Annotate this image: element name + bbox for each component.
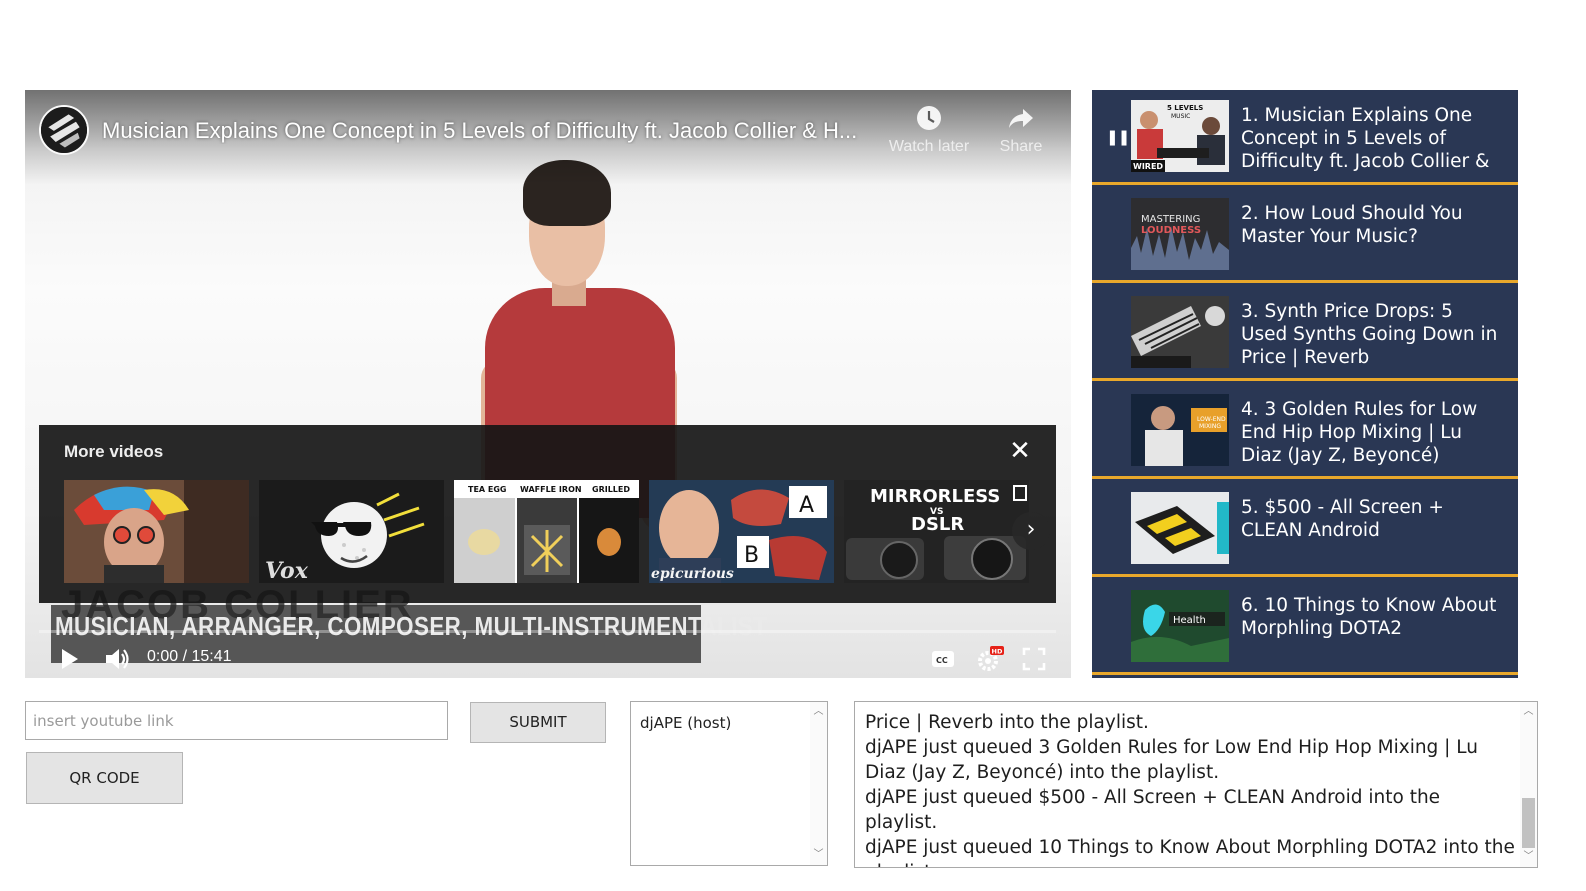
svg-text:5 LEVELS: 5 LEVELS [1167, 104, 1203, 112]
scroll-thumb[interactable] [1522, 798, 1535, 848]
playlist-item[interactable]: 5. $500 - All Screen + CLEAN Android [1092, 482, 1518, 577]
pause-icon: ❚❚ [1106, 128, 1130, 146]
playlist-item-title: 1. Musician Explains One Concept in 5 Le… [1241, 105, 1490, 172]
submit-button[interactable]: SUBMIT [470, 702, 606, 743]
playlist-item[interactable]: LOW-END MIXING 4. 3 Golden Rules for Low… [1092, 384, 1518, 479]
playlist-item[interactable]: ❚❚ 5 LEVELS MUSIC WIRED 1. Musician Expl… [1092, 90, 1518, 185]
close-icon[interactable]: ✕ [1008, 438, 1032, 464]
video-title[interactable]: Musician Explains One Concept in 5 Level… [102, 118, 872, 144]
users-list[interactable]: djAPE (host) ︿ ﹀ [630, 701, 828, 866]
more-video-thumb[interactable]: MIRRORLESS VS DSLR [844, 480, 1029, 583]
captions-icon[interactable]: CC [928, 644, 958, 674]
svg-text:WIRED: WIRED [1133, 162, 1163, 171]
share-label: Share [999, 138, 1043, 155]
playlist-item-title: 3. Synth Price Drops: 5 Used Synths Goin… [1241, 301, 1498, 368]
video-player[interactable]: Musician Explains One Concept in 5 Level… [25, 90, 1071, 678]
user-item: djAPE (host) [640, 714, 732, 732]
svg-text:LOW-END: LOW-END [1197, 416, 1226, 423]
svg-text:WAFFLE IRON: WAFFLE IRON [520, 485, 582, 494]
svg-text:HD: HD [992, 648, 1003, 656]
more-video-thumb[interactable]: A B epicurious [649, 480, 834, 583]
svg-text:GRILLED: GRILLED [592, 485, 630, 494]
svg-text:MIXING: MIXING [1199, 423, 1221, 430]
more-videos-title: More videos [64, 442, 164, 461]
watch-later-button[interactable]: Watch later [881, 104, 977, 156]
more-videos-panel: More videos ✕ Vox TEA EGG WAFFLE IRON GR… [39, 425, 1056, 603]
playlist-thumb: 5 LEVELS MUSIC WIRED [1131, 100, 1229, 172]
svg-text:LOUDNESS: LOUDNESS [1141, 225, 1201, 236]
scroll-up-icon[interactable]: ︿ [810, 704, 827, 720]
volume-icon[interactable] [102, 644, 132, 674]
playlist-item-title: 2. How Loud Should You Master Your Music… [1241, 203, 1463, 247]
play-icon[interactable] [54, 644, 84, 674]
playlist-thumb [1131, 492, 1229, 564]
playlist-item[interactable]: Health 6. 10 Things to Know About Morphl… [1092, 580, 1518, 675]
playlist-item-title: 4. 3 Golden Rules for Low End Hip Hop Mi… [1241, 399, 1478, 466]
log-line: Price | Reverb into the playlist. [865, 712, 1149, 733]
scroll-down-icon[interactable]: ﹀ [1520, 849, 1537, 865]
channel-logo-icon[interactable] [39, 105, 89, 155]
playlist-thumb: Health [1131, 590, 1229, 662]
playlist-item-title: 6. 10 Things to Know About Morphling DOT… [1241, 595, 1497, 639]
playlist-item[interactable]: MASTERING LOUDNESS 2. How Loud Should Yo… [1092, 188, 1518, 283]
thumb-health-text: Health [1173, 615, 1206, 626]
vox-logo-text: Vox [265, 558, 309, 583]
svg-text:DSLR: DSLR [911, 514, 964, 535]
settings-gear-icon[interactable]: HD [975, 644, 1005, 674]
share-arrow-icon [1009, 109, 1033, 128]
svg-text:MASTERING: MASTERING [1141, 214, 1200, 225]
chevron-right-icon[interactable]: › [1012, 512, 1050, 550]
svg-text:MUSIC: MUSIC [1171, 113, 1190, 120]
scroll-up-icon[interactable]: ︿ [1520, 704, 1537, 720]
progress-bar[interactable] [39, 630, 1056, 633]
svg-text:B: B [744, 543, 759, 568]
youtube-link-input[interactable] [25, 701, 448, 740]
playlist-thumb: LOW-END MIXING [1131, 394, 1229, 466]
playlist-thumb: MASTERING LOUDNESS [1131, 198, 1229, 270]
playlist-thumb [1131, 296, 1229, 368]
svg-text:CC: CC [936, 656, 948, 665]
log-line: djAPE just queued 3 Golden Rules for Low… [865, 737, 1479, 783]
more-video-thumb[interactable]: TEA EGG WAFFLE IRON GRILLED [454, 480, 639, 583]
share-button[interactable]: Share [973, 104, 1069, 156]
svg-text:A: A [799, 493, 814, 518]
time-display: 0:00 / 15:41 [147, 648, 232, 665]
fullscreen-icon[interactable] [1019, 644, 1049, 674]
player-controls: 0:00 / 15:41 CC HD [25, 638, 1071, 678]
scroll-down-icon[interactable]: ﹀ [810, 847, 827, 863]
app-page: Musician Explains One Concept in 5 Level… [0, 0, 1586, 891]
log-lines: Price | Reverb into the playlist. djAPE … [865, 710, 1515, 867]
watch-later-label: Watch later [888, 138, 970, 155]
playlist-item-title: 5. $500 - All Screen + CLEAN Android [1241, 497, 1444, 541]
log-line: djAPE just queued $500 - All Screen + CL… [865, 787, 1441, 833]
qr-code-button[interactable]: QR CODE [26, 752, 183, 804]
playlist-item[interactable]: 3. Synth Price Drops: 5 Used Synths Goin… [1092, 286, 1518, 381]
activity-log[interactable]: Price | Reverb into the playlist. djAPE … [854, 701, 1538, 868]
users-scrollbar[interactable]: ︿ ﹀ [810, 702, 827, 865]
playlist: ❚❚ 5 LEVELS MUSIC WIRED 1. Musician Expl… [1092, 90, 1518, 678]
log-line: djAPE just queued 10 Things to Know Abou… [865, 837, 1515, 867]
clock-icon [917, 106, 941, 130]
svg-text:TEA EGG: TEA EGG [468, 485, 507, 494]
more-video-thumb[interactable] [64, 480, 249, 583]
svg-text:MIRRORLESS: MIRRORLESS [870, 486, 1000, 507]
log-scrollbar[interactable]: ︿ ﹀ [1520, 702, 1537, 867]
more-video-thumb[interactable]: Vox [259, 480, 444, 583]
epicurious-logo-text: epicurious [651, 566, 734, 582]
